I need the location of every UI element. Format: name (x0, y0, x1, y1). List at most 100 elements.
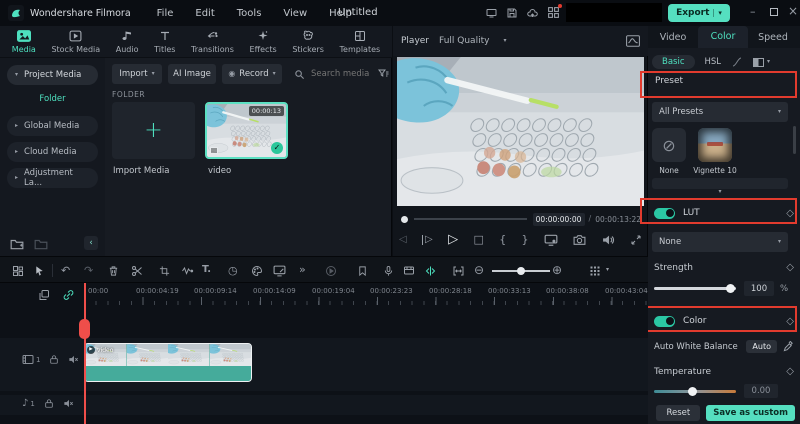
temperature-slider-knob[interactable] (688, 386, 697, 396)
link-clips-icon[interactable] (62, 289, 75, 301)
strength-slider[interactable] (654, 283, 736, 293)
import-media-tile[interactable]: + (112, 102, 195, 159)
timeline-zoom-slider[interactable] (492, 267, 550, 275)
search-box[interactable] (294, 68, 371, 80)
lut-toggle[interactable] (654, 207, 675, 219)
strength-keyframe-icon[interactable]: ◇ (786, 262, 794, 273)
record-dropdown[interactable]: ◉ Record ▾ (222, 64, 282, 84)
tab-media[interactable]: Media (12, 29, 36, 54)
timeline-ruler[interactable]: 00:00 00:00:04:19 00:00:09:14 00:00:14:0… (84, 283, 648, 309)
tab-color[interactable]: Color (698, 26, 748, 48)
export-button[interactable]: Export ▾ (668, 4, 730, 22)
temperature-value-box[interactable]: 0.00 (744, 384, 778, 398)
fullscreen-icon[interactable] (630, 234, 642, 246)
tab-stock-media[interactable]: Stock Media (51, 30, 100, 54)
sidebar-item-adjustment-layer[interactable]: ▸ Adjustment La... (7, 168, 98, 188)
temperature-keyframe-icon[interactable]: ◇ (786, 366, 794, 377)
temperature-slider[interactable] (654, 386, 736, 396)
save-icon[interactable] (506, 7, 518, 19)
folder-icon[interactable] (34, 238, 48, 250)
lut-dropdown[interactable]: None ▾ (652, 232, 788, 252)
more-tools-button[interactable]: » (299, 264, 306, 275)
media-management-icon[interactable] (12, 265, 24, 277)
window-close-button[interactable]: × (788, 5, 798, 17)
subtab-hsl[interactable]: HSL (705, 57, 722, 67)
scrubber-playhead[interactable] (401, 215, 408, 223)
timeline-zoom-knob[interactable] (517, 267, 525, 275)
auto-ripple-icon[interactable] (424, 265, 437, 277)
reset-button[interactable]: Reset (656, 405, 701, 421)
presets-scrollbar[interactable] (793, 126, 796, 154)
redo-button[interactable]: ↷ (84, 265, 93, 276)
marker-icon[interactable] (357, 265, 368, 277)
new-folder-icon[interactable] (10, 238, 24, 250)
play-button[interactable]: ▷ (448, 232, 458, 247)
scopes-icon[interactable] (626, 35, 640, 47)
previous-frame-button[interactable]: ◁ (399, 234, 407, 245)
lock-track-icon[interactable] (44, 398, 54, 409)
voiceover-mic-icon[interactable] (383, 265, 394, 277)
collapse-sidebar-button[interactable]: ‹ (84, 236, 98, 250)
window-restore-button[interactable] (770, 8, 778, 16)
screen-record-icon[interactable] (485, 7, 498, 19)
scrubber-track[interactable] (414, 218, 527, 220)
crop-icon[interactable] (159, 265, 170, 277)
strength-slider-knob[interactable] (726, 283, 735, 293)
timeline-video-clip[interactable]: ▶ video (84, 343, 252, 382)
lock-track-icon[interactable] (49, 354, 59, 365)
folder-heading[interactable]: Folder (0, 94, 105, 104)
cloud-upload-icon[interactable] (526, 7, 539, 19)
tab-effects[interactable]: Effects (250, 30, 277, 54)
tab-speed[interactable]: Speed (748, 32, 798, 43)
volume-icon[interactable] (602, 234, 615, 246)
awb-auto-button[interactable]: Auto (746, 340, 777, 353)
import-dropdown[interactable]: Import ▾ (112, 64, 162, 84)
track-manager-caret[interactable]: ▾ (606, 267, 609, 273)
playhead-line[interactable] (84, 283, 86, 424)
save-as-custom-button[interactable]: Save as custom (706, 405, 795, 421)
filter-icon[interactable] (377, 68, 390, 80)
stop-button[interactable]: □ (473, 234, 483, 245)
ai-image-button[interactable]: AI Image (168, 64, 216, 84)
speed-clock-button[interactable]: ◷ (228, 265, 238, 276)
render-preview-icon[interactable] (403, 265, 415, 277)
search-input[interactable] (309, 68, 371, 80)
mute-track-icon[interactable] (63, 398, 74, 409)
apps-grid-icon[interactable] (547, 4, 562, 19)
playhead-handle[interactable] (79, 319, 90, 339)
window-minimize-button[interactable]: – (750, 6, 756, 17)
mute-track-icon[interactable] (68, 354, 79, 365)
snapshot-camera-icon[interactable] (573, 234, 586, 246)
split-scissors-icon[interactable] (131, 265, 143, 277)
zoom-in-button[interactable]: ⊕ (552, 264, 562, 276)
menu-file[interactable]: File (157, 8, 174, 19)
play-preview-icon[interactable] (325, 265, 337, 277)
mirror-display-icon[interactable] (544, 234, 558, 246)
curves-icon[interactable] (731, 56, 743, 68)
menu-view[interactable]: View (283, 8, 307, 19)
track-manager-icon[interactable] (589, 265, 601, 277)
mark-in-button[interactable]: { (499, 234, 506, 245)
tab-transitions[interactable]: Transitions (191, 30, 234, 54)
menu-tools[interactable]: Tools (237, 8, 262, 19)
mark-out-button[interactable]: } (522, 234, 529, 245)
delete-icon[interactable] (108, 265, 119, 277)
select-tool-icon[interactable] (34, 265, 45, 277)
compare-view-dropdown[interactable]: ▾ (753, 57, 770, 67)
preset-none-tile[interactable]: ⊘ (652, 128, 686, 162)
sidebar-item-global-media[interactable]: ▸ Global Media (7, 116, 98, 136)
color-toggle[interactable] (654, 315, 675, 327)
all-presets-dropdown[interactable]: All Presets ▾ (652, 102, 788, 122)
add-text-button[interactable]: T. (202, 265, 211, 275)
video-clip-tile[interactable]: 00:00:13 ✓ (205, 102, 288, 159)
lut-keyframe-icon[interactable]: ◇ (786, 208, 794, 219)
strength-value-box[interactable]: 100 (744, 281, 774, 296)
sidebar-item-cloud-media[interactable]: ▸ Cloud Media (7, 142, 98, 162)
expand-presets-button[interactable]: ▾ (652, 178, 788, 195)
edit-range-icon[interactable] (452, 265, 465, 277)
menu-edit[interactable]: Edit (195, 8, 214, 19)
sidebar-item-project-media[interactable]: ▾ Project Media (7, 65, 98, 85)
subtab-basic[interactable]: Basic (652, 55, 695, 69)
tab-audio[interactable]: Audio (116, 30, 139, 54)
tab-video[interactable]: Video (648, 32, 698, 43)
